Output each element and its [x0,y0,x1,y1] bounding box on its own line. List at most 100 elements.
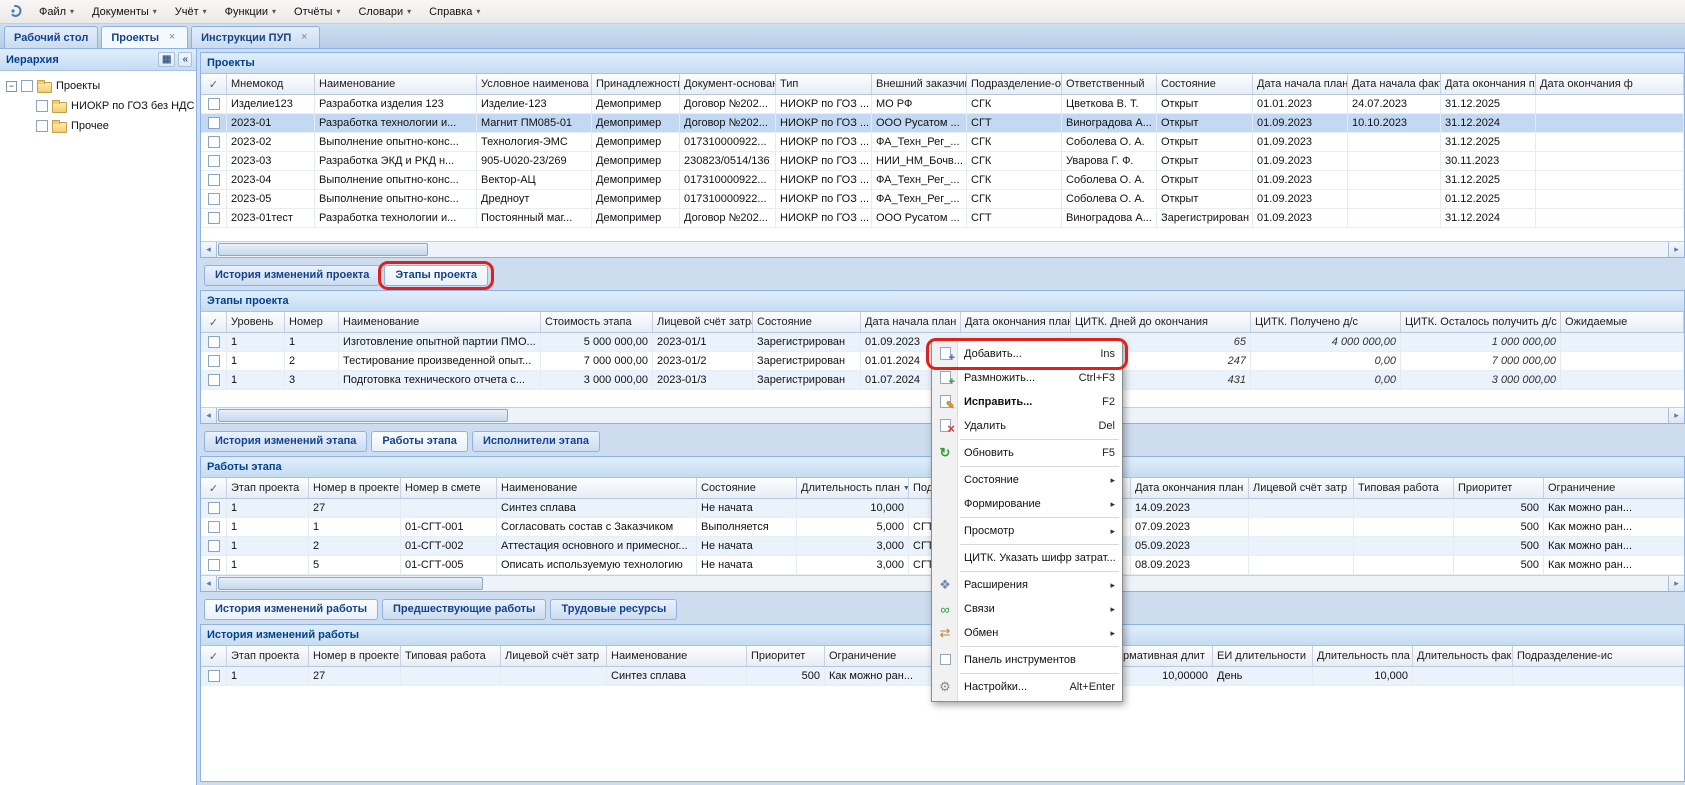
sidebar-collapse-icon[interactable]: « [178,52,192,67]
context-menu-item[interactable]: Панель инструментов [932,648,1122,672]
column-header[interactable]: Наименование [497,478,697,499]
column-header[interactable]: Типовая работа [1354,478,1454,499]
row-checkbox[interactable] [208,670,220,682]
context-menu-item[interactable]: ⇄Обмен▸ [932,621,1122,645]
column-header[interactable]: Уровень [227,312,285,333]
column-header[interactable]: Типовая работа [401,646,501,667]
table-row[interactable]: 2023-01тестРазработка технологии и...Пос… [201,209,1684,228]
row-checkbox[interactable] [208,174,220,186]
tree-item[interactable]: НИОКР по ГОЗ без НДС [2,96,194,116]
column-header[interactable]: Подразделение-ис [1513,646,1684,667]
scroll-right-icon[interactable]: ▸ [1668,576,1684,591]
context-menu-item[interactable]: Формирование▸ [932,492,1122,516]
row-checkbox-cell[interactable] [201,556,227,575]
row-checkbox[interactable] [208,136,220,148]
context-menu-item[interactable]: УдалитьDel [932,414,1122,438]
column-header[interactable]: Дата окончания пл [1441,74,1536,95]
column-header[interactable]: Принадлежность [592,74,680,95]
row-checkbox[interactable] [208,155,220,167]
scrollbar-thumb[interactable] [218,243,428,256]
column-header[interactable]: ЦИТК. Получено д/с [1251,312,1401,333]
row-checkbox-cell[interactable] [201,171,227,190]
column-header[interactable]: ЦИТК. Осталось получить д/с [1401,312,1561,333]
column-header[interactable]: Состояние [753,312,861,333]
menubar-item[interactable]: Справка▾ [420,3,489,21]
context-menu-item[interactable]: Исправить...F2 [932,390,1122,414]
column-header[interactable]: Номер в смете [401,478,497,499]
column-header[interactable]: Состояние [1157,74,1253,95]
column-header[interactable]: Тип [776,74,872,95]
row-checkbox-cell[interactable] [201,209,227,228]
tree-item[interactable]: Прочее [2,116,194,136]
column-header[interactable]: Лицевой счёт затр [501,646,607,667]
row-checkbox-cell[interactable] [201,114,227,133]
column-header[interactable]: Наименование [315,74,477,95]
column-header[interactable]: Длительность пла [1313,646,1413,667]
row-checkbox-cell[interactable] [201,95,227,114]
tree-item[interactable]: −Проекты [2,76,194,96]
column-header[interactable]: ЦИТК. Дней до окончания [1071,312,1251,333]
row-checkbox[interactable] [208,193,220,205]
scroll-left-icon[interactable]: ◂ [201,242,217,257]
detail-tab[interactable]: Исполнители этапа [472,431,600,452]
row-checkbox[interactable] [208,212,220,224]
row-checkbox[interactable] [208,502,220,514]
detail-tab[interactable]: Этапы проекта [384,265,488,286]
column-header[interactable]: Подразделение-от [967,74,1062,95]
column-header[interactable]: Номер [285,312,339,333]
table-row[interactable]: 2023-02Выполнение опытно-конс...Технолог… [201,133,1684,152]
row-checkbox[interactable] [208,374,220,386]
context-menu-item[interactable]: ↻ОбновитьF5 [932,441,1122,465]
tree-checkbox[interactable] [21,80,33,92]
context-menu-item[interactable]: ❖Расширения▸ [932,573,1122,597]
tree-checkbox[interactable] [36,120,48,132]
column-header[interactable]: ✓ [201,312,227,333]
column-header[interactable]: Наименование [339,312,541,333]
table-row[interactable]: 2023-03Разработка ЭКД и РКД н...905-U020… [201,152,1684,171]
column-header[interactable]: ✓ [201,646,227,667]
tab-close-icon[interactable]: × [166,32,178,44]
detail-tab[interactable]: История изменений проекта [204,265,380,286]
column-header[interactable]: Стоимость этапа [541,312,653,333]
column-header[interactable]: Длительность план▼ [797,478,909,499]
column-header[interactable]: Номер в проекте [309,646,401,667]
context-menu-item[interactable]: Размножить...Ctrl+F3 [932,366,1122,390]
column-header[interactable]: Дата окончания ф [1536,74,1684,95]
row-checkbox-cell[interactable] [201,190,227,209]
context-menu-item[interactable]: Добавить...Ins [932,342,1122,366]
row-checkbox-cell[interactable] [201,537,227,556]
scroll-right-icon[interactable]: ▸ [1668,242,1684,257]
column-header[interactable]: Этап проекта [227,646,309,667]
column-header[interactable]: Длительность фак [1413,646,1513,667]
column-header[interactable]: Ответственный [1062,74,1157,95]
column-header[interactable]: Этап проекта [227,478,309,499]
row-checkbox[interactable] [208,355,220,367]
window-tab[interactable]: Рабочий стол [4,26,98,48]
menubar-item[interactable]: Учёт▾ [166,3,216,21]
row-checkbox[interactable] [208,559,220,571]
scroll-left-icon[interactable]: ◂ [201,576,217,591]
column-header[interactable]: Ожидаемые [1561,312,1684,333]
column-header[interactable]: Приоритет [747,646,825,667]
menubar-item[interactable]: Функции▾ [216,3,285,21]
table-row[interactable]: 2023-05Выполнение опытно-конс...Дредноут… [201,190,1684,209]
column-header[interactable]: Наименование [607,646,747,667]
row-checkbox-cell[interactable] [201,667,227,686]
row-checkbox-cell[interactable] [201,499,227,518]
row-checkbox[interactable] [208,117,220,129]
detail-tab[interactable]: Работы этапа [371,431,468,452]
context-menu-item[interactable]: ∞Связи▸ [932,597,1122,621]
tab-close-icon[interactable]: × [298,32,310,44]
column-header[interactable]: ✓ [201,478,227,499]
tree-expander-icon[interactable]: − [6,81,17,92]
column-header[interactable]: ✓ [201,74,227,95]
row-checkbox[interactable] [208,521,220,533]
menubar-item[interactable]: Словари▾ [349,3,420,21]
column-header[interactable]: Документ-основан [680,74,776,95]
scroll-left-icon[interactable]: ◂ [201,408,217,423]
detail-tab[interactable]: История изменений этапа [204,431,367,452]
detail-tab[interactable]: История изменений работы [204,599,378,620]
scrollbar-thumb[interactable] [218,409,508,422]
column-header[interactable]: Дата окончания план [1131,478,1249,499]
column-header[interactable]: Лицевой счёт затрат [653,312,753,333]
